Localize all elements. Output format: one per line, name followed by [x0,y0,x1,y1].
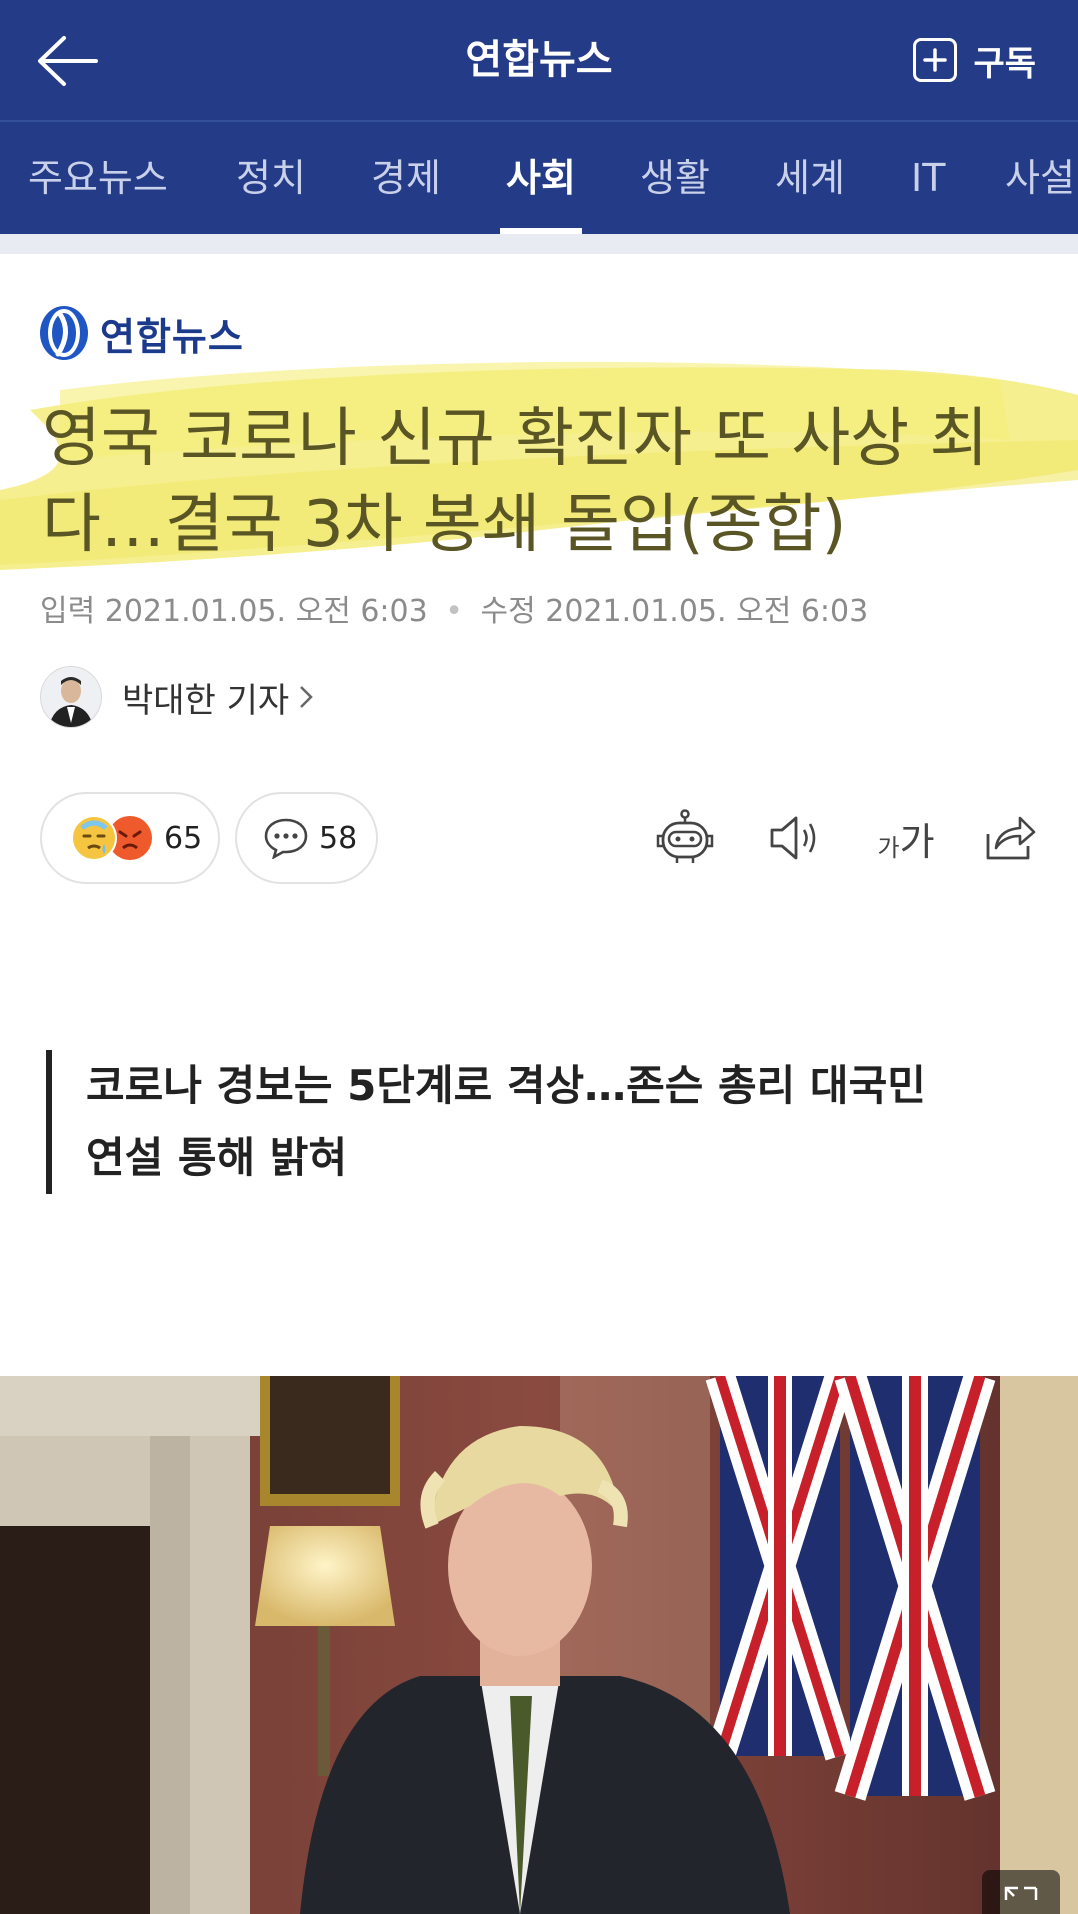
font-size-small-label: 가 [877,833,900,862]
input-time: 2021.01.05. 오전 6:03 [104,594,428,629]
speaker-icon [770,816,816,860]
summary-bot-button[interactable] [653,800,717,876]
back-button[interactable] [34,30,104,92]
author-name: 박대한 기자 [122,680,290,721]
press-name: 연합뉴스 [100,314,244,359]
edit-label: 수정 [480,594,536,629]
tab-politics[interactable]: 정치 [236,122,306,234]
font-size-button[interactable]: 가 가 [866,800,946,876]
reaction-count: 65 [164,820,203,856]
tab-it[interactable]: IT [911,122,945,234]
top-app-bar: 연합뉴스 구독 [0,0,1078,122]
reaction-button[interactable]: 65 [40,792,220,884]
share-button[interactable] [978,800,1042,876]
tab-economy[interactable]: 경제 [371,122,441,234]
tab-society[interactable]: 사회 [500,122,582,234]
input-label: 입력 [40,594,96,629]
back-arrow-icon [38,36,98,86]
category-tabs: 주요뉴스 정치 경제 사회 생활 세계 IT 사설 [0,122,1078,234]
tab-editorial[interactable]: 사설 [1005,122,1075,234]
zoom-icon [1004,1886,1038,1900]
section-divider [0,234,1078,254]
listen-button[interactable] [762,800,826,876]
headline-line-1: 영국 코로나 신규 확진자 또 사상 최 [42,402,989,476]
chevron-right-icon [300,686,313,708]
subscribe-button[interactable]: 구독 [913,32,1036,88]
comment-button[interactable]: 58 [235,792,378,884]
summary-bot-icon [656,809,714,863]
author-avatar [40,666,102,728]
subheading-line-1: 코로나 경보는 5단계로 격상…존슨 총리 대국민 [86,1061,926,1110]
article-meta: 입력 2021.01.05. 오전 6:03 • 수정 2021.01.05. … [40,586,868,630]
meta-separator: • [445,594,463,629]
subscribe-label: 구독 [973,43,1036,84]
photo-zoom-button[interactable] [982,1870,1060,1914]
subheading-line-2: 연설 통해 밝혀 [86,1133,348,1182]
tab-world[interactable]: 세계 [775,122,845,234]
share-icon [986,816,1036,860]
plus-icon [913,38,958,82]
comment-icon [264,818,308,859]
headline-line-2: 다…결국 3차 봉쇄 돌입(종합) [42,488,847,562]
photo-scene [0,1376,1078,1914]
press-logo-icon [40,306,88,360]
article-headline: 영국 코로나 신규 확진자 또 사상 최 다…결국 3차 봉쇄 돌입(종합) [42,396,1042,568]
tab-main-news[interactable]: 주요뉴스 [28,122,168,234]
press-logo[interactable]: 연합뉴스 [38,302,244,364]
tab-life[interactable]: 생활 [640,122,710,234]
article-photo[interactable] [0,1376,1078,1914]
author-link[interactable]: 박대한 기자 [40,666,315,728]
edit-time: 2021.01.05. 오전 6:03 [545,594,869,629]
font-size-large-label: 가 [899,819,935,864]
article-subheading: 코로나 경보는 5단계로 격상…존슨 총리 대국민 연설 통해 밝혀 [46,1050,1026,1194]
comment-count: 58 [319,820,358,856]
emoji-reaction-icon [71,815,152,861]
